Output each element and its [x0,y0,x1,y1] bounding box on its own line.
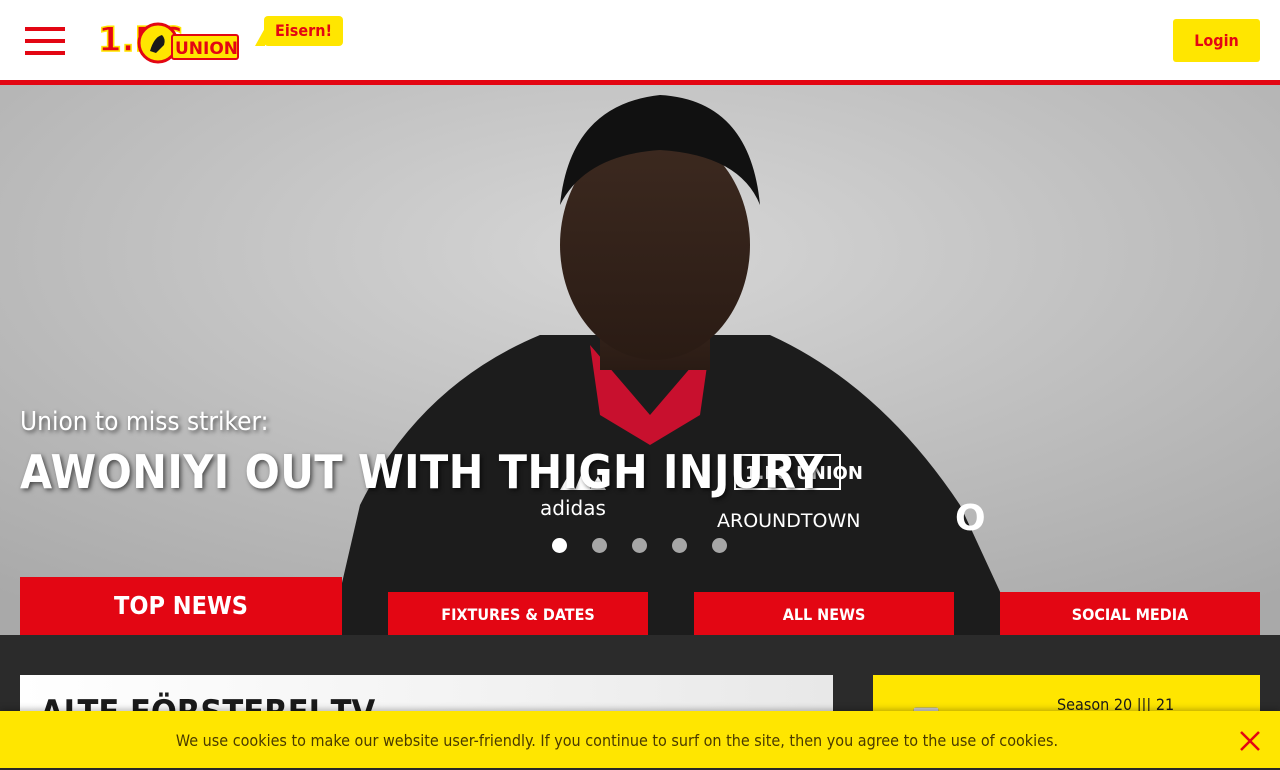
tab-fixtures-dates[interactable]: FIXTURES & DATES [388,592,648,635]
close-icon[interactable] [1238,729,1262,753]
site-header: 1.FC UNION Eisern! Login [0,0,1280,85]
login-button[interactable]: Login [1173,19,1260,62]
svg-text:adidas: adidas [540,496,606,520]
hero-headline[interactable]: AWONIYI OUT WITH THIGH INJURY [20,445,824,499]
tab-top-news[interactable]: TOP NEWS [20,577,342,635]
hero-slider[interactable]: adidas 1.FC UNION AROUNDTOWN O Union to … [0,85,1280,635]
tab-all-news[interactable]: ALL NEWS [694,592,954,635]
svg-text:UNION: UNION [175,39,238,59]
svg-text:O: O [955,498,986,539]
tab-social-media[interactable]: SOCIAL MEDIA [1000,592,1260,635]
slider-dot-5[interactable] [712,538,727,553]
menu-icon[interactable] [25,27,65,55]
cookie-banner: We use cookies to make our website user-… [0,711,1280,768]
slider-dot-3[interactable] [632,538,647,553]
slogan-badge: Eisern! [254,16,344,46]
slider-dot-2[interactable] [592,538,607,553]
svg-text:AROUNDTOWN: AROUNDTOWN [717,510,860,532]
cookie-message: We use cookies to make our website user-… [175,731,1059,750]
hero-subtitle: Union to miss striker: [20,407,269,437]
slider-dot-1[interactable] [552,538,567,553]
club-logo[interactable]: 1.FC UNION [96,15,240,67]
slider-dot-4[interactable] [672,538,687,553]
